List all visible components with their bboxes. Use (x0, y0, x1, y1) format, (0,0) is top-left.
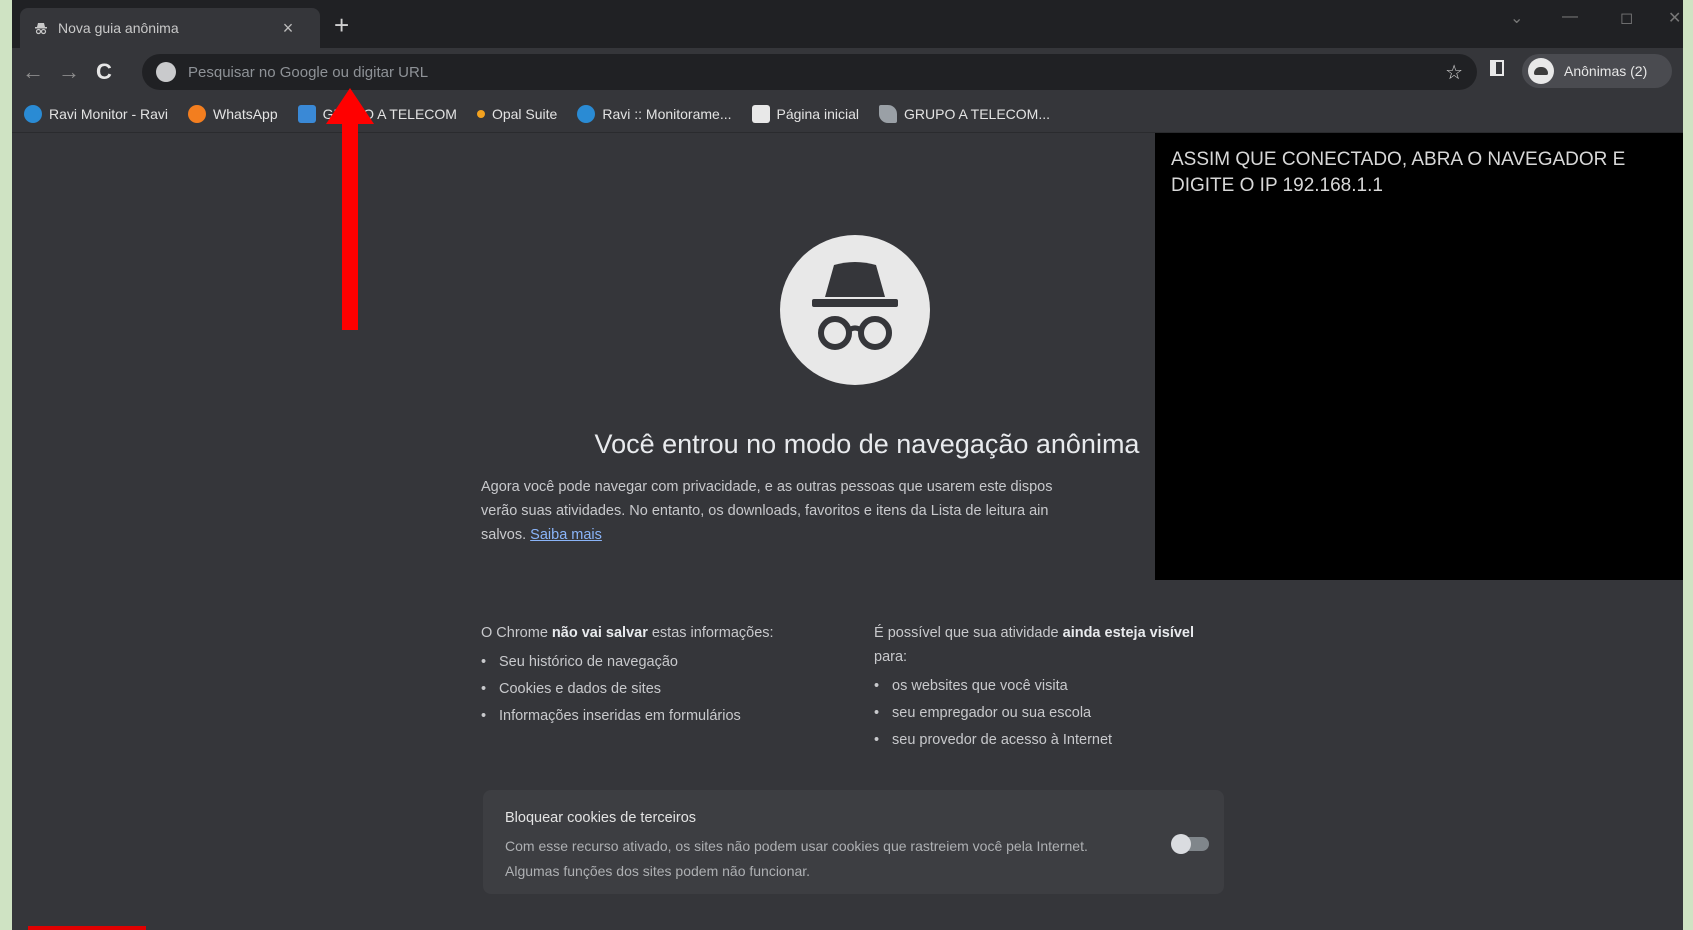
cookie-card-title: Bloquear cookies de terceiros (505, 810, 697, 826)
incognito-tab-icon (35, 23, 47, 35)
progress-bar (28, 926, 146, 930)
instruction-overlay: ASSIM QUE CONECTADO, ABRA O NAVEGADOR E … (1155, 133, 1683, 580)
not-saved-title: O Chrome não vai salvar estas informaçõe… (481, 625, 774, 641)
tab-close-icon[interactable]: × (276, 18, 300, 39)
maximize-icon[interactable]: ◻ (1620, 8, 1633, 28)
list-item: Cookies e dados de sites (481, 676, 851, 703)
ravi-icon (577, 105, 596, 123)
tab-search-icon[interactable]: ⌄ (1510, 8, 1523, 28)
profile-button[interactable]: Anônimas (2) (1522, 54, 1672, 88)
google-icon (156, 62, 176, 82)
bookmark-label: Ravi :: Monitorame... (602, 106, 732, 122)
w-icon (751, 105, 770, 123)
list-item: seu empregador ou sua escola (874, 700, 1214, 727)
third-party-cookies-card: Bloquear cookies de terceiros Com esse r… (483, 790, 1224, 894)
incognito-avatar-icon (1528, 58, 1554, 84)
new-tab-button[interactable]: + (334, 10, 349, 41)
back-icon[interactable]: ← (22, 59, 44, 85)
bookmark-item[interactable]: Opal Suite (476, 106, 558, 122)
still-visible-title: É possível que sua atividade ainda estej… (874, 625, 1195, 665)
bookmark-label: WhatsApp (213, 106, 278, 122)
description-line: salvos. (481, 527, 527, 543)
tab-incognito[interactable]: Nova guia anônima × (20, 8, 320, 48)
cookie-card-description: Com esse recurso ativado, os sites não p… (505, 838, 1088, 879)
side-panel-icon[interactable] (1490, 60, 1504, 76)
whatsapp-icon (188, 105, 207, 123)
list-item: os websites que você visita (874, 673, 1214, 700)
reload-icon[interactable]: C (96, 59, 112, 85)
description-line: Agora você pode navegar com privacidade,… (481, 479, 1053, 495)
bookmark-item[interactable]: Página inicial (751, 105, 860, 123)
description-line: verão suas atividades. No entanto, os do… (481, 503, 1049, 519)
grupo-a-icon (297, 105, 316, 123)
bookmarks-bar: Ravi Monitor - Ravi WhatsApp GRUPO A TEL… (12, 96, 1683, 133)
bookmark-label: GRUPO A TELECOM... (904, 106, 1051, 122)
toggle-knob (1171, 834, 1191, 854)
learn-more-link[interactable]: Saiba mais (530, 527, 602, 543)
incognito-logo (780, 235, 930, 385)
forward-icon[interactable]: → (58, 59, 80, 85)
bookmark-label: Ravi Monitor - Ravi (49, 106, 169, 122)
red-arrow-annotation (326, 88, 374, 330)
list-item: seu provedor de acesso à Internet (874, 727, 1214, 754)
leaf-icon (879, 105, 897, 123)
bookmark-item[interactable]: WhatsApp (188, 105, 278, 123)
minimize-icon[interactable]: — (1562, 8, 1578, 26)
omnibox-input[interactable] (186, 62, 1477, 82)
still-visible-column: É possível que sua atividade ainda estej… (874, 621, 1214, 754)
bookmark-item[interactable]: Ravi Monitor - Ravi (24, 105, 168, 123)
tab-strip: Nova guia anônima × + ⌄ — ◻ ✕ (12, 0, 1683, 48)
bookmark-item[interactable]: GRUPO A TELECOM... (879, 105, 1050, 123)
profile-label: Anônimas (2) (1564, 63, 1648, 79)
bookmark-label: Página inicial (776, 106, 860, 122)
close-window-icon[interactable]: ✕ (1668, 8, 1681, 28)
bookmark-star-icon[interactable]: ☆ (1445, 60, 1463, 85)
block-cookies-toggle[interactable] (1171, 834, 1209, 854)
ravi-icon (24, 105, 42, 123)
list-item: Seu histórico de navegação (481, 649, 851, 676)
bookmark-item[interactable]: Ravi :: Monitorame... (577, 105, 732, 123)
incognito-icon (812, 262, 898, 350)
tab-title: Nova guia anônima (58, 20, 179, 36)
toolbar: ← → C ☆ (12, 48, 1683, 96)
not-saved-column: O Chrome não vai salvar estas informaçõe… (481, 621, 851, 730)
bookmark-label: Opal Suite (491, 106, 558, 122)
list-item: Informações inseridas em formulários (481, 703, 851, 730)
incognito-description: Agora você pode navegar com privacidade,… (481, 475, 1181, 547)
opal-icon (476, 110, 485, 118)
